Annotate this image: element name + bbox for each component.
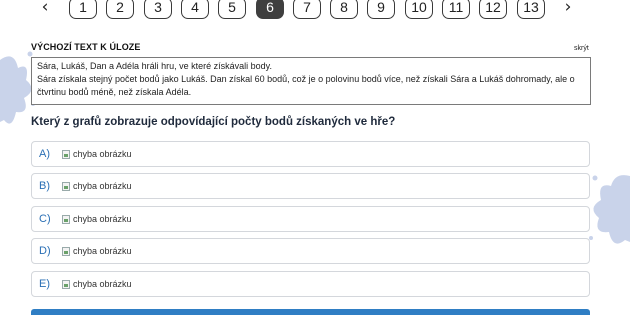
image-alt-text: chyba obrázku xyxy=(73,181,132,191)
image-alt-text: chyba obrázku xyxy=(73,279,132,289)
option-letter: C) xyxy=(39,213,51,225)
source-text-label: VÝCHOZÍ TEXT K ÚLOZE xyxy=(31,42,141,52)
page-button-13[interactable]: 13 xyxy=(517,0,545,19)
hide-source-link[interactable]: skrýt xyxy=(574,45,589,52)
page-button-12[interactable]: 12 xyxy=(479,0,507,19)
page-button-3[interactable]: 3 xyxy=(144,0,172,19)
source-text-box: Sára, Lukáš, Dan a Adéla hráli hru, ve k… xyxy=(31,57,591,105)
answer-option-a[interactable]: A) chyba obrázku xyxy=(31,141,590,167)
page-button-6[interactable]: 6 xyxy=(256,0,284,19)
source-text-line: Sára získala stejný počet bodů jako Luká… xyxy=(37,74,575,97)
ink-splash-decoration xyxy=(589,175,630,244)
broken-image-icon xyxy=(62,280,70,289)
broken-image-icon xyxy=(62,150,70,159)
image-alt-text: chyba obrázku xyxy=(73,246,132,256)
option-letter: A) xyxy=(39,148,50,160)
image-alt-text: chyba obrázku xyxy=(73,214,132,224)
page-button-1[interactable]: 1 xyxy=(69,0,97,19)
answer-option-c[interactable]: C) chyba obrázku xyxy=(31,206,590,232)
source-text-line: Sára, Lukáš, Dan a Adéla hráli hru, ve k… xyxy=(37,61,272,71)
page-button-5[interactable]: 5 xyxy=(218,0,246,19)
page-button-2[interactable]: 2 xyxy=(106,0,134,19)
chevron-left-icon[interactable]: ‹ xyxy=(33,0,57,20)
chevron-right-icon[interactable]: › xyxy=(556,0,580,20)
question-text: Který z grafů zobrazuje odpovídající poč… xyxy=(31,116,396,128)
answer-option-b[interactable]: B) chyba obrázku xyxy=(31,173,590,199)
page-button-8[interactable]: 8 xyxy=(330,0,358,19)
page-button-11[interactable]: 11 xyxy=(442,0,470,19)
question-pagination: ‹ 1 2 3 4 5 6 7 8 9 10 11 12 13 › xyxy=(0,0,630,22)
broken-image-icon xyxy=(62,247,70,256)
option-letter: B) xyxy=(39,180,50,192)
answer-option-e[interactable]: E) chyba obrázku xyxy=(31,271,590,297)
image-alt-text: chyba obrázku xyxy=(73,149,132,159)
page-button-10[interactable]: 10 xyxy=(405,0,433,19)
submit-button[interactable] xyxy=(31,309,590,315)
broken-image-icon xyxy=(62,215,70,224)
answer-option-d[interactable]: D) chyba obrázku xyxy=(31,238,590,264)
page-button-4[interactable]: 4 xyxy=(181,0,209,19)
page-button-7[interactable]: 7 xyxy=(293,0,321,19)
option-letter: E) xyxy=(39,278,50,290)
page-button-9[interactable]: 9 xyxy=(367,0,395,19)
broken-image-icon xyxy=(62,182,70,191)
option-letter: D) xyxy=(39,245,51,257)
